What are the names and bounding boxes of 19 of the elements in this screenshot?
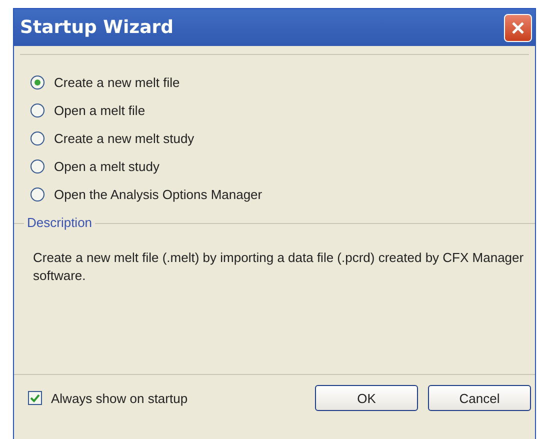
dialog-button[interactable]: OK: [315, 385, 418, 411]
option-label[interactable]: Create a new melt file: [54, 75, 180, 90]
group-legend: Description: [24, 215, 96, 230]
checkbox-label[interactable]: Always show on startup: [51, 390, 188, 406]
option-label[interactable]: Open a melt study: [54, 159, 160, 174]
description-text: Create a new melt file (.melt) by importing a data file (.pcrd) created by CFX Manager software.: [32, 249, 525, 285]
checkbox[interactable]: [28, 391, 42, 405]
close-icon: [511, 20, 525, 34]
option-label[interactable]: Open the Analysis Options Manager: [54, 187, 262, 202]
radio-button[interactable]: [30, 103, 45, 118]
window-title: Startup Wizard: [20, 17, 174, 38]
close-button[interactable]: [504, 14, 532, 42]
radio-button[interactable]: [30, 187, 45, 202]
radio-button[interactable]: [30, 75, 45, 90]
radio-button[interactable]: [30, 131, 45, 146]
radio-button[interactable]: [30, 159, 45, 174]
option-label[interactable]: Create a new melt study: [54, 131, 194, 146]
dialog-button[interactable]: Cancel: [428, 385, 531, 411]
option-label[interactable]: Open a melt file: [54, 103, 146, 118]
